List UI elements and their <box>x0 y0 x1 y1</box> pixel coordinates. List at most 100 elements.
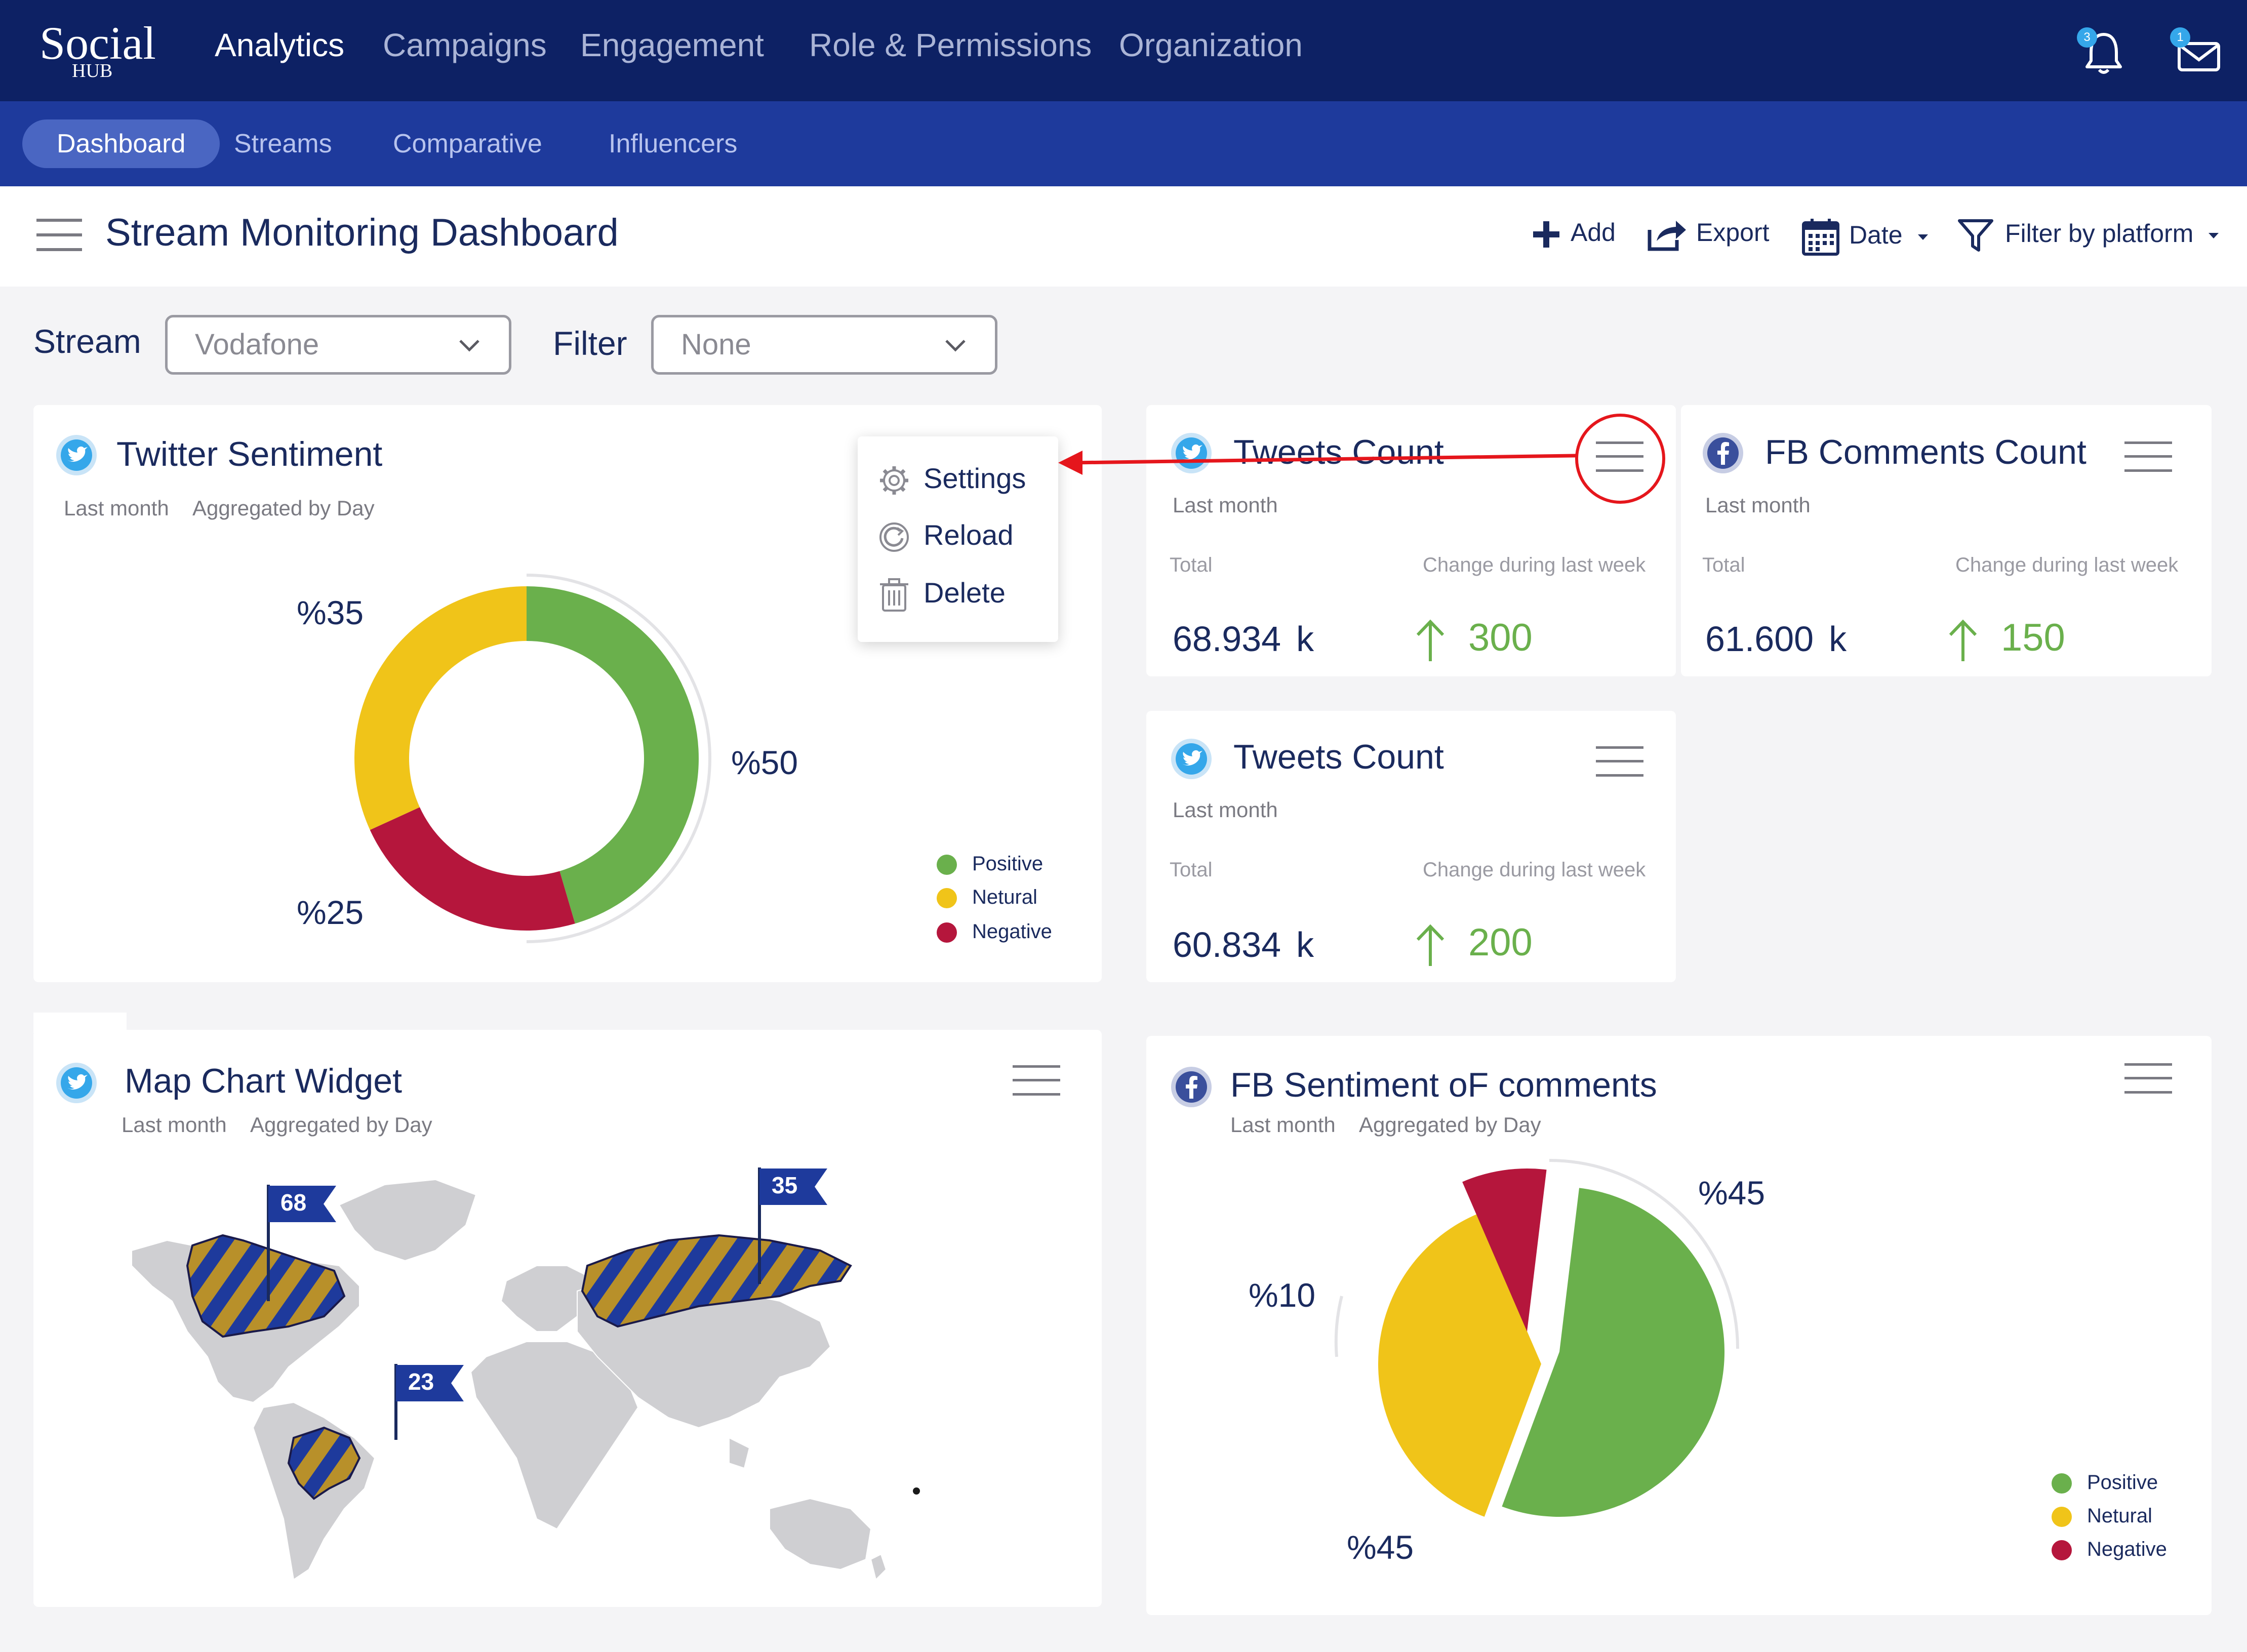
twitter-sentiment-donut-chart[interactable] <box>334 566 719 951</box>
chevron-down-icon <box>459 340 479 352</box>
hamburger-menu-icon[interactable] <box>36 219 82 251</box>
fb-sentiment-title: FB Sentiment oF comments <box>1230 1066 1657 1104</box>
reload-icon <box>879 522 909 552</box>
twitter-sentiment-period: Last month <box>64 496 169 520</box>
arrow-up-icon <box>1416 619 1444 661</box>
tab-influencers[interactable]: Influencers <box>574 119 772 168</box>
nav-analytics[interactable]: Analytics <box>215 26 344 64</box>
widget-context-menu: Settings Reload Delete <box>858 436 1058 642</box>
chevron-down-icon <box>945 340 966 352</box>
total-label: Total <box>1702 554 1745 576</box>
facebook-icon <box>1703 433 1743 473</box>
fb-comments-count-title: FB Comments Count <box>1765 433 2086 471</box>
filter-select[interactable]: None <box>651 315 997 375</box>
export-label: Export <box>1696 218 1770 247</box>
fb-comments-change-value: 150 <box>2001 616 2065 659</box>
fb-neutral-percent-label: %45 <box>1347 1528 1414 1566</box>
nav-role-permissions[interactable]: Role & Permissions <box>809 26 1092 64</box>
twitter-sentiment-aggregation: Aggregated by Day <box>192 496 375 520</box>
nav-campaigns[interactable]: Campaigns <box>383 26 547 64</box>
total-label: Total <box>1170 554 1213 576</box>
map-chart-aggregation: Aggregated by Day <box>250 1113 432 1137</box>
app-logo-sub: HUB <box>72 60 113 82</box>
tweets-count-2-menu-icon[interactable] <box>1596 746 1643 777</box>
nav-organization[interactable]: Organization <box>1119 26 1303 64</box>
fb-sentiment-period: Last month <box>1230 1113 1336 1137</box>
tab-dashboard[interactable]: Dashboard <box>22 119 220 168</box>
plus-icon <box>1533 221 1559 248</box>
tweets-2-change-value: 200 <box>1468 921 1533 964</box>
fb-comments-count-period: Last month <box>1705 493 1811 517</box>
stream-label: Stream <box>33 323 141 360</box>
tab-comparative[interactable]: Comparative <box>358 119 577 168</box>
date-label: Date <box>1849 221 1903 250</box>
app-logo[interactable]: Social <box>39 20 156 66</box>
fb-sentiment-menu-icon[interactable] <box>2124 1063 2172 1094</box>
twitter-icon <box>56 435 97 475</box>
donut-slice-neutral[interactable] <box>354 586 527 830</box>
menu-settings[interactable]: Settings <box>878 462 1026 497</box>
add-button[interactable]: Add <box>1531 218 1616 250</box>
map-chart-menu-icon[interactable] <box>1013 1065 1060 1096</box>
gear-icon <box>880 466 908 495</box>
legend-positive: Positive <box>2052 1471 2158 1494</box>
filter-label: Filter <box>553 325 627 362</box>
tweets-count-2-title: Tweets Count <box>1233 738 1444 776</box>
nav-engagement[interactable]: Engagement <box>580 26 764 64</box>
fb-comments-count-menu-icon[interactable] <box>2124 441 2172 472</box>
calendar-icon <box>1802 219 1839 256</box>
donut-slice-positive[interactable] <box>527 586 699 924</box>
arrow-up-icon <box>1949 619 1977 661</box>
change-label: Change during last week <box>1423 859 1646 881</box>
tweets-2-total-value: 60.834 k <box>1173 925 1314 964</box>
change-label: Change during last week <box>1955 554 2179 576</box>
arrow-up-icon <box>1416 924 1444 966</box>
card-tab-notch <box>33 1013 127 1033</box>
stream-select-value: Vodafone <box>195 328 319 361</box>
fb-sentiment-aggregation: Aggregated by Day <box>1359 1113 1541 1137</box>
filter-select-value: None <box>681 328 751 361</box>
export-icon <box>1648 221 1686 251</box>
change-label: Change during last week <box>1423 554 1646 576</box>
annotation-arrow <box>1058 414 1665 504</box>
fb-sentiment-pie-chart[interactable] <box>1316 1144 1742 1549</box>
legend-negative: Negative <box>937 920 1052 943</box>
legend-negative: Negative <box>2052 1538 2167 1561</box>
fb-positive-percent-label: %45 <box>1698 1174 1765 1212</box>
legend-neutral: Netural <box>937 886 1037 909</box>
negative-percent-label: %25 <box>297 894 364 931</box>
world-map[interactable] <box>122 1164 982 1595</box>
tweets-count-2-period: Last month <box>1173 798 1278 822</box>
menu-delete[interactable]: Delete <box>878 576 1006 613</box>
twitter-icon <box>1171 739 1212 779</box>
filter-by-platform-button[interactable]: Filter by platform <box>1957 218 2220 253</box>
fb-negative-percent-label: %10 <box>1249 1276 1316 1314</box>
funnel-icon <box>1958 219 1993 252</box>
flag-label-brazil: 23 <box>408 1368 434 1395</box>
flag-label-russia: 35 <box>772 1172 798 1198</box>
messages-badge: 1 <box>2170 27 2190 48</box>
twitter-sentiment-title: Twitter Sentiment <box>116 435 383 473</box>
total-label: Total <box>1170 859 1213 881</box>
tweets-change-value: 300 <box>1468 616 1533 659</box>
notifications-button[interactable]: 3 <box>2076 24 2132 80</box>
caret-down-icon <box>2209 233 2219 238</box>
filter-by-platform-label: Filter by platform <box>2005 219 2194 248</box>
notifications-badge: 3 <box>2077 27 2097 48</box>
map-chart-period: Last month <box>122 1113 227 1137</box>
neutral-percent-label: %35 <box>297 594 364 631</box>
date-picker-button[interactable]: Date <box>1801 218 1929 256</box>
donut-slice-negative[interactable] <box>370 807 575 931</box>
map-dot <box>913 1487 920 1495</box>
map-chart-title: Map Chart Widget <box>125 1062 402 1100</box>
stream-select[interactable]: Vodafone <box>165 315 511 375</box>
tweets-total-value: 68.934 k <box>1173 619 1314 659</box>
menu-reload[interactable]: Reload <box>878 518 1013 553</box>
messages-button[interactable]: 1 <box>2169 24 2225 80</box>
tab-streams[interactable]: Streams <box>199 119 367 168</box>
caret-down-icon <box>1917 234 1928 240</box>
twitter-icon <box>56 1063 97 1103</box>
legend-neutral: Netural <box>2052 1505 2152 1527</box>
export-button[interactable]: Export <box>1648 218 1770 251</box>
positive-percent-label: %50 <box>731 744 798 781</box>
